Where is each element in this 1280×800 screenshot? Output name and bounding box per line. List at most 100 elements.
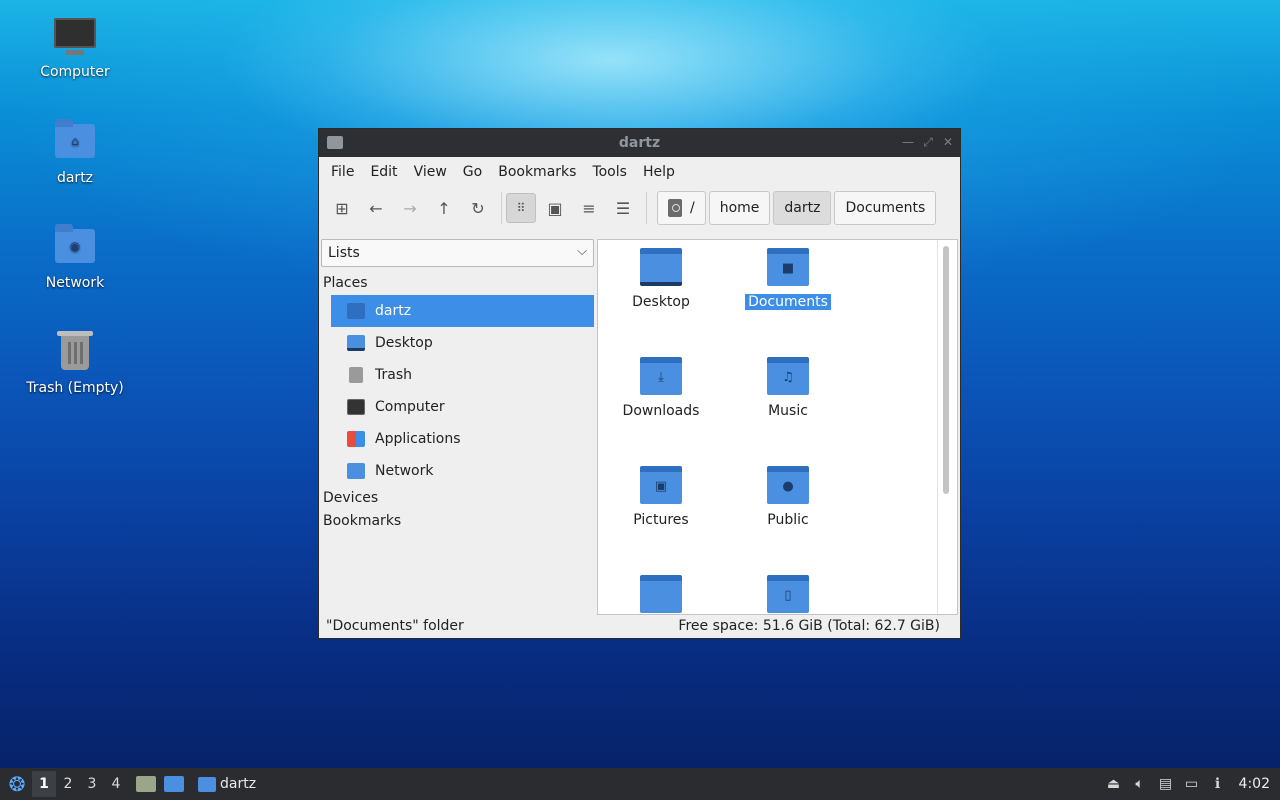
new-tab-button[interactable]: ⊞ — [327, 193, 357, 223]
sidebar-item-computer[interactable]: Computer — [331, 391, 594, 423]
breadcrumb-home[interactable]: home — [708, 191, 771, 225]
file-item-music[interactable]: ♫ Music — [733, 357, 843, 419]
sidebar-item-desktop[interactable]: Desktop — [331, 327, 594, 359]
public-folder-icon: ● — [767, 466, 809, 504]
start-menu-button[interactable]: ❂ — [2, 769, 32, 799]
breadcrumb: / home dartz Documents — [657, 191, 939, 225]
breadcrumb-label: / — [690, 200, 695, 216]
desktop-icon — [347, 335, 365, 351]
new-tab-icon: ⊞ — [335, 198, 349, 218]
workspace-4[interactable]: 4 — [104, 771, 128, 797]
title-bar[interactable]: dartz — ⤢ ✕ — [319, 129, 960, 157]
sidebar-mode-value: Lists — [328, 245, 360, 261]
section-bookmarks[interactable]: Bookmarks — [321, 510, 595, 533]
compact-view-button[interactable]: ≡ — [574, 193, 604, 223]
chevron-down-icon: ⌵ — [577, 244, 587, 259]
music-folder-icon: ♫ — [767, 357, 809, 395]
sidebar-item-label: dartz — [375, 303, 412, 319]
computer-icon — [54, 18, 96, 55]
file-item-pictures[interactable]: ▣ Pictures — [606, 466, 716, 528]
back-button[interactable]: ← — [361, 193, 391, 223]
eject-icon[interactable]: ⏏ — [1101, 771, 1127, 797]
maximize-icon[interactable]: ⤢ — [920, 134, 936, 150]
detailed-list-view-icon: ☰ — [615, 198, 631, 218]
sidebar-item-label: Network — [375, 463, 434, 479]
task-button-dartz[interactable]: dartz — [192, 771, 262, 797]
desktop-icon-network[interactable]: ◉ Network — [15, 224, 135, 291]
workspace-2[interactable]: 2 — [56, 771, 80, 797]
menu-help[interactable]: Help — [635, 164, 683, 180]
menu-edit[interactable]: Edit — [362, 164, 405, 180]
sidebar-item-applications[interactable]: Applications — [331, 423, 594, 455]
detailed-list-view-button[interactable]: ☰ — [608, 193, 638, 223]
close-icon[interactable]: ✕ — [940, 134, 956, 150]
thumbnail-view-button[interactable]: ▣ — [540, 193, 570, 223]
file-item-folder[interactable] — [606, 575, 716, 614]
desktop-icon-label: Network — [45, 275, 105, 291]
notification-icon[interactable]: ℹ — [1205, 771, 1231, 797]
workspace-3[interactable]: 3 — [80, 771, 104, 797]
section-devices[interactable]: Devices — [321, 487, 595, 510]
show-desktop-icon — [164, 776, 184, 792]
forward-button[interactable]: → — [395, 193, 425, 223]
clipboard-icon[interactable]: ▤ — [1153, 771, 1179, 797]
sidebar: Lists ⌵ Places dartz Desktop Trash Compu… — [321, 239, 595, 614]
sidebar-item-dartz[interactable]: dartz — [331, 295, 594, 327]
menu-bookmarks[interactable]: Bookmarks — [490, 164, 584, 180]
sidebar-mode-select[interactable]: Lists ⌵ — [321, 239, 594, 267]
menu-bar: File Edit View Go Bookmarks Tools Help — [319, 157, 960, 187]
sidebar-item-trash[interactable]: Trash — [331, 359, 594, 391]
file-item-templates[interactable]: ▯ — [733, 575, 843, 614]
desktop-icon-computer[interactable]: Computer — [15, 14, 135, 80]
toolbar: ⊞ ← → ↑ ↻ ⠿ ▣ ≡ ☰ / home dartz Documents — [319, 187, 960, 229]
show-desktop-button[interactable] — [160, 771, 188, 797]
task-label: dartz — [220, 776, 257, 792]
folder-icon — [640, 575, 682, 613]
icon-view-button[interactable]: ⠿ — [506, 193, 536, 223]
file-manager-launcher[interactable] — [132, 771, 160, 797]
breadcrumb-documents[interactable]: Documents — [834, 191, 937, 225]
scrollbar-track — [937, 240, 938, 614]
up-button[interactable]: ↑ — [429, 193, 459, 223]
workspace-1[interactable]: 1 — [32, 771, 56, 797]
file-item-desktop[interactable]: Desktop — [606, 248, 716, 310]
file-manager-window: dartz — ⤢ ✕ File Edit View Go Bookmarks … — [318, 128, 961, 639]
trash-icon — [57, 331, 93, 370]
breadcrumb-dartz[interactable]: dartz — [773, 191, 832, 225]
trash-icon — [349, 367, 363, 383]
applications-icon — [347, 431, 365, 447]
file-item-label: Pictures — [633, 512, 689, 528]
menu-tools[interactable]: Tools — [584, 164, 635, 180]
sidebar-item-network[interactable]: Network — [331, 455, 594, 487]
status-free-space: Free space: 51.6 GiB (Total: 62.7 GiB) — [678, 618, 940, 634]
desktop-icon-dartz[interactable]: ⌂ dartz — [15, 119, 135, 186]
file-item-public[interactable]: ● Public — [733, 466, 843, 528]
breadcrumb-label: Documents — [845, 200, 926, 216]
breadcrumb-root[interactable]: / — [657, 191, 706, 225]
network-icon[interactable]: ▭ — [1179, 771, 1205, 797]
pictures-folder-icon: ▣ — [640, 466, 682, 504]
menu-view[interactable]: View — [406, 164, 455, 180]
file-item-label: Desktop — [632, 294, 690, 310]
section-places[interactable]: Places — [321, 272, 595, 295]
menu-go[interactable]: Go — [455, 164, 490, 180]
system-tray: ⏏ 🔈︎ ▤ ▭ ℹ 4:02 — [1101, 768, 1280, 800]
home-folder-icon: ⌂ — [55, 119, 95, 158]
folder-icon — [198, 776, 216, 792]
drive-icon — [668, 199, 682, 217]
network-folder-icon — [347, 463, 365, 479]
sidebar-item-label: Desktop — [375, 335, 433, 351]
minimize-icon[interactable]: — — [900, 134, 916, 150]
desktop-icon-trash[interactable]: Trash (Empty) — [15, 330, 135, 396]
clock[interactable]: 4:02 — [1239, 776, 1270, 792]
documents-folder-icon: ■ — [767, 248, 809, 286]
breadcrumb-label: dartz — [784, 200, 821, 216]
scrollbar-thumb[interactable] — [943, 246, 949, 494]
volume-icon[interactable]: 🔈︎ — [1127, 771, 1153, 797]
file-view[interactable]: Desktop ■ Documents ⤓ Downloads ♫ Music … — [597, 239, 958, 615]
file-item-label: Documents — [745, 294, 831, 310]
menu-file[interactable]: File — [323, 164, 362, 180]
file-item-downloads[interactable]: ⤓ Downloads — [606, 357, 716, 419]
reload-button[interactable]: ↻ — [463, 193, 493, 223]
file-item-documents[interactable]: ■ Documents — [733, 248, 843, 310]
